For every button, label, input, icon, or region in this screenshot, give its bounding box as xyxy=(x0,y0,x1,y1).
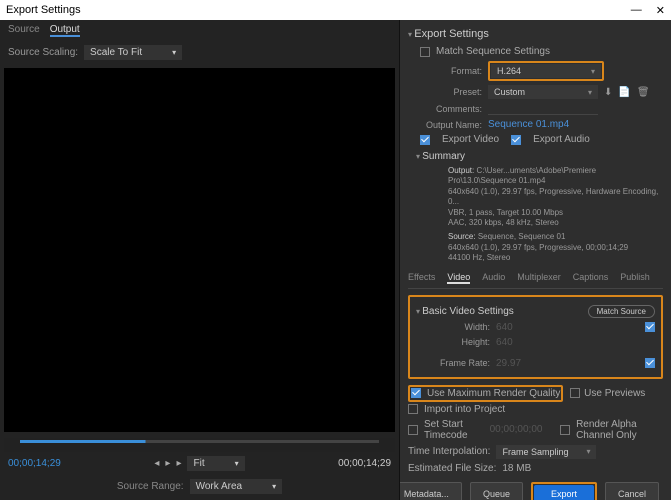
timecode-in[interactable]: 00;00;14;29 xyxy=(8,458,61,469)
subtab-video[interactable]: Video xyxy=(447,272,470,284)
frame-fwd-icon[interactable]: ▸ xyxy=(176,458,181,469)
import-project-label: Import into Project xyxy=(424,404,505,415)
bvs-header[interactable]: Basic Video Settings xyxy=(416,306,514,317)
fit-dropdown[interactable]: Fit xyxy=(187,456,244,471)
import-project-checkbox[interactable] xyxy=(408,404,418,414)
comments-field[interactable] xyxy=(488,103,598,115)
time-interp-dropdown[interactable]: Frame Sampling xyxy=(496,445,596,459)
match-sequence-label: Match Sequence Settings xyxy=(436,46,550,57)
set-start-tc-checkbox[interactable] xyxy=(408,425,418,435)
minimize-icon[interactable]: — xyxy=(631,4,642,16)
preset-label: Preset: xyxy=(408,87,482,97)
scaling-label: Source Scaling: xyxy=(8,47,78,58)
subtab-effects[interactable]: Effects xyxy=(408,272,435,284)
alpha-checkbox[interactable] xyxy=(560,425,570,435)
time-interp-label: Time Interpolation: xyxy=(408,446,490,457)
export-button[interactable]: Export xyxy=(534,485,594,500)
export-audio-label: Export Audio xyxy=(533,134,590,145)
frame-back-icon[interactable]: ◂ xyxy=(154,458,159,469)
framerate-lock-checkbox[interactable] xyxy=(645,358,655,368)
format-dropdown[interactable]: H.264 xyxy=(491,64,601,78)
title-bar: Export Settings — ✕ xyxy=(0,0,671,20)
metadata-button[interactable]: Metadata... xyxy=(400,482,462,500)
use-previews-label: Use Previews xyxy=(584,388,645,399)
set-start-tc-value: 00;00;00;00 xyxy=(490,424,543,435)
cancel-button[interactable]: Cancel xyxy=(605,482,659,500)
subtab-multiplexer[interactable]: Multiplexer xyxy=(517,272,561,284)
tab-source[interactable]: Source xyxy=(8,24,40,37)
timecode-out: 00;00;14;29 xyxy=(338,458,391,469)
scaling-dropdown[interactable]: Scale To Fit xyxy=(84,45,182,60)
summary-output: Output: C:\User...uments\Adobe\Premiere … xyxy=(408,166,663,228)
play-icon[interactable]: ▸ xyxy=(165,458,170,469)
match-sequence-checkbox[interactable] xyxy=(420,47,430,57)
source-range-label: Source Range: xyxy=(117,481,184,492)
export-video-checkbox[interactable] xyxy=(420,135,430,145)
match-source-button[interactable]: Match Source xyxy=(588,305,655,318)
height-value[interactable]: 640 xyxy=(496,337,513,348)
subtab-publish[interactable]: Publish xyxy=(620,272,650,284)
use-previews-checkbox[interactable] xyxy=(570,388,580,398)
output-name-link[interactable]: Sequence 01.mp4 xyxy=(488,119,569,130)
basic-video-settings-group: Basic Video Settings Match Source Width:… xyxy=(408,295,663,379)
close-icon[interactable]: ✕ xyxy=(656,4,665,17)
framerate-value[interactable]: 29.97 xyxy=(496,358,521,369)
preview-panel: Source Output Source Scaling: Scale To F… xyxy=(0,20,400,500)
export-settings-header[interactable]: Export Settings xyxy=(408,24,663,44)
import-preset-icon[interactable]: 📄 xyxy=(618,87,630,98)
subtab-captions[interactable]: Captions xyxy=(573,272,609,284)
subtab-audio[interactable]: Audio xyxy=(482,272,505,284)
set-start-tc-label: Set Start Timecode xyxy=(424,419,484,441)
width-lock-checkbox[interactable] xyxy=(645,322,655,332)
settings-panel: Export Settings Match Sequence Settings … xyxy=(400,20,671,500)
height-label: Height: xyxy=(416,337,490,347)
width-value[interactable]: 640 xyxy=(496,322,513,333)
width-label: Width: xyxy=(416,322,490,332)
video-preview xyxy=(4,68,395,432)
output-name-label: Output Name: xyxy=(408,120,482,130)
max-quality-label: Use Maximum Render Quality xyxy=(427,388,560,399)
queue-button[interactable]: Queue xyxy=(470,482,523,500)
max-quality-checkbox[interactable] xyxy=(411,388,421,398)
source-range-dropdown[interactable]: Work Area xyxy=(190,479,283,494)
scrub-bar[interactable] xyxy=(4,438,395,452)
filesize-label: Estimated File Size: xyxy=(408,463,496,474)
delete-preset-icon[interactable]: 🗑 xyxy=(637,87,650,98)
alpha-label: Render Alpha Channel Only xyxy=(576,419,663,441)
export-audio-checkbox[interactable] xyxy=(511,135,521,145)
framerate-label: Frame Rate: xyxy=(416,358,490,368)
filesize-value: 18 MB xyxy=(502,463,531,474)
tab-output[interactable]: Output xyxy=(50,24,80,37)
summary-header[interactable]: Summary xyxy=(408,147,663,166)
summary-source: Source: Sequence, Sequence 01 640x640 (1… xyxy=(408,232,663,263)
window-title: Export Settings xyxy=(6,4,81,16)
format-label: Format: xyxy=(408,66,482,76)
comments-label: Comments: xyxy=(408,104,482,114)
export-video-label: Export Video xyxy=(442,134,499,145)
preset-dropdown[interactable]: Custom xyxy=(488,85,598,99)
save-preset-icon[interactable]: ⬇ xyxy=(604,87,612,98)
